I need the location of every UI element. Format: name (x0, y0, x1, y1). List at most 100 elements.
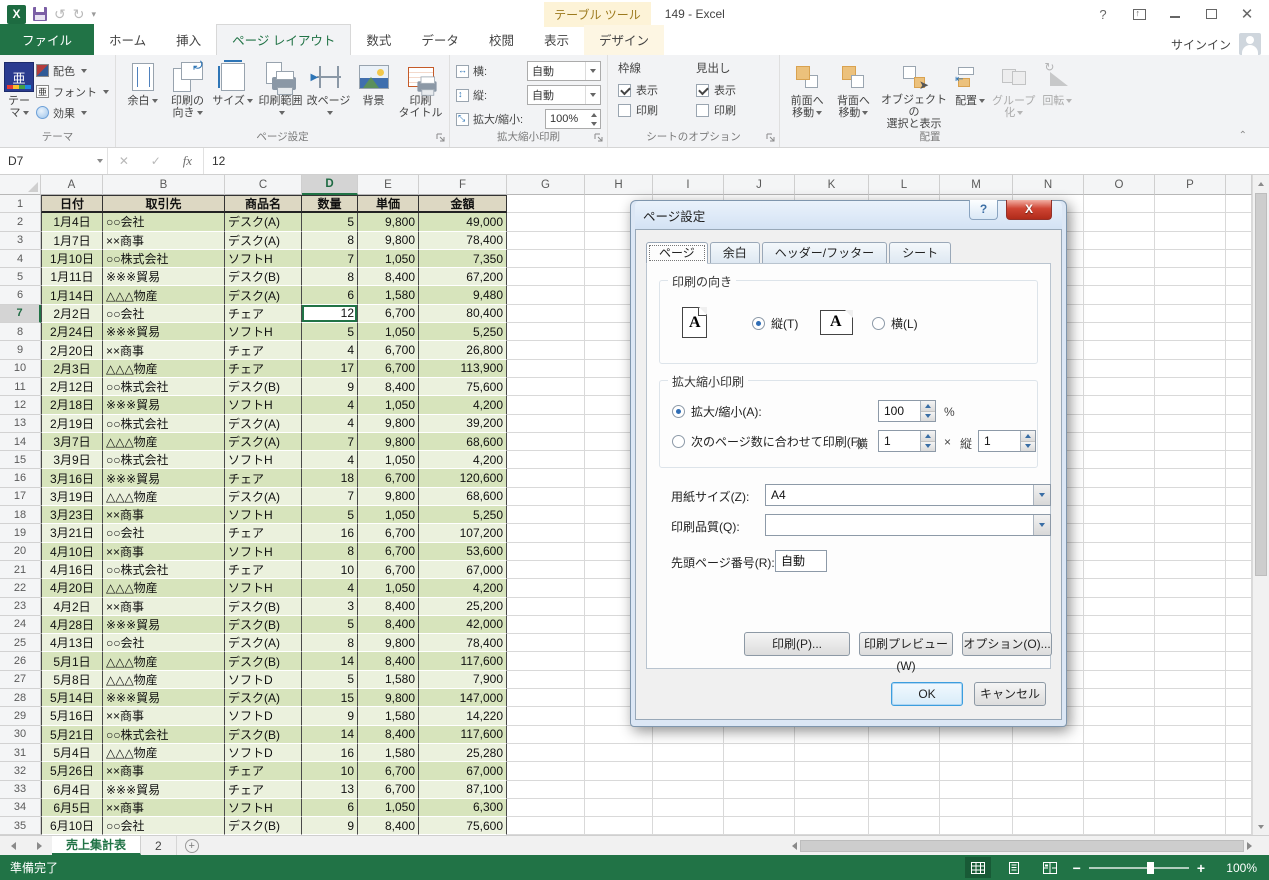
column-header-B[interactable]: B (103, 175, 225, 195)
table-cell[interactable]: ○○会社 (103, 634, 225, 652)
table-cell[interactable]: チェア (225, 341, 302, 359)
collapse-ribbon-icon[interactable]: ⌃ (1239, 130, 1247, 141)
headings-print-checkbox[interactable]: 印刷 (696, 100, 768, 120)
table-cell[interactable]: 5 (302, 213, 358, 231)
table-cell[interactable]: ○○株式会社 (103, 250, 225, 268)
table-cell[interactable]: 1,050 (358, 799, 419, 817)
grid-cell[interactable] (1155, 598, 1226, 616)
grid-cell[interactable] (507, 689, 585, 707)
grid-cell[interactable] (1155, 726, 1226, 744)
grid-cell[interactable] (1084, 195, 1155, 213)
print-preview-button[interactable]: 印刷プレビュー(W) (859, 632, 953, 656)
grid-cell[interactable] (507, 762, 585, 780)
row-header-32[interactable]: 32 (0, 762, 41, 780)
excel-logo-icon[interactable]: X (7, 5, 26, 24)
table-cell[interactable]: 7 (302, 488, 358, 506)
table-cell[interactable]: 2月2日 (41, 305, 103, 323)
fit-vertical-spinner[interactable]: 1 (978, 430, 1036, 452)
grid-cell[interactable] (1155, 286, 1226, 304)
table-cell[interactable]: 4月13日 (41, 634, 103, 652)
table-cell[interactable]: ××商事 (103, 232, 225, 250)
table-cell[interactable]: 117,600 (419, 726, 507, 744)
grid-cell[interactable] (1155, 781, 1226, 799)
table-cell[interactable]: 6月10日 (41, 817, 103, 835)
table-cell[interactable]: デスク(A) (225, 488, 302, 506)
table-cell[interactable]: ※※※貿易 (103, 396, 225, 414)
table-cell[interactable]: ××商事 (103, 762, 225, 780)
vscroll-thumb[interactable] (1255, 193, 1267, 576)
table-cell[interactable]: △△△物産 (103, 360, 225, 378)
grid-cell[interactable] (1084, 671, 1155, 689)
table-cell[interactable]: 1,050 (358, 250, 419, 268)
dialog-tab-sheet[interactable]: シート (889, 242, 951, 264)
vertical-scrollbar[interactable] (1252, 175, 1269, 835)
row-header-1[interactable]: 1 (0, 195, 41, 213)
grid-cell[interactable] (1155, 268, 1226, 286)
grid-cell[interactable] (724, 799, 795, 817)
table-cell[interactable]: 3月7日 (41, 433, 103, 451)
column-header-N[interactable]: N (1013, 175, 1084, 195)
grid-cell[interactable] (1013, 817, 1084, 835)
grid-cell[interactable] (507, 268, 585, 286)
table-cell[interactable]: 1,050 (358, 451, 419, 469)
table-cell[interactable]: 17 (302, 360, 358, 378)
themes-button[interactable]: 亜 テーマ (4, 58, 34, 130)
gridlines-print-checkbox[interactable]: 印刷 (618, 100, 690, 120)
table-cell[interactable]: △△△物産 (103, 671, 225, 689)
table-cell[interactable]: 1,580 (358, 744, 419, 762)
table-cell[interactable]: 3 (302, 598, 358, 616)
table-cell[interactable]: 1月7日 (41, 232, 103, 250)
grid-cell[interactable] (507, 250, 585, 268)
table-cell[interactable]: 5月14日 (41, 689, 103, 707)
sheet-options-dialog-launcher-icon[interactable] (766, 133, 777, 144)
grid-cell[interactable] (1084, 451, 1155, 469)
ribbon-tab-4[interactable]: 数式 (351, 25, 406, 55)
grid-cell[interactable] (507, 707, 585, 725)
dialog-close-icon[interactable]: X (1006, 200, 1052, 220)
grid-cell[interactable] (1155, 232, 1226, 250)
grid-cell[interactable] (1084, 378, 1155, 396)
column-header-M[interactable]: M (940, 175, 1013, 195)
grid-cell[interactable] (795, 799, 869, 817)
column-header-A[interactable]: A (41, 175, 103, 195)
grid-cell[interactable] (1155, 652, 1226, 670)
bring-forward-button[interactable]: 前面へ 移動 (784, 58, 830, 130)
grid-cell[interactable] (795, 762, 869, 780)
minimize-icon[interactable] (1170, 11, 1180, 18)
table-cell[interactable]: ××商事 (103, 543, 225, 561)
orientation-button[interactable]: ⤾ 印刷の 向き (165, 58, 210, 130)
table-cell[interactable]: デスク(A) (225, 634, 302, 652)
grid-cell[interactable] (1084, 323, 1155, 341)
scale-dialog-launcher-icon[interactable] (594, 133, 605, 144)
table-cell[interactable]: 9 (302, 707, 358, 725)
table-cell[interactable]: ソフトH (225, 799, 302, 817)
table-cell[interactable]: 8,400 (358, 616, 419, 634)
grid-cell[interactable] (1084, 396, 1155, 414)
grid-cell[interactable] (1084, 433, 1155, 451)
table-cell[interactable]: △△△物産 (103, 652, 225, 670)
grid-cell[interactable] (940, 726, 1013, 744)
table-cell[interactable]: デスク(A) (225, 286, 302, 304)
table-cell[interactable]: 5 (302, 671, 358, 689)
grid-cell[interactable] (940, 799, 1013, 817)
table-cell[interactable]: 9,800 (358, 488, 419, 506)
theme-colors-button[interactable]: 配色 (34, 60, 111, 81)
grid-cell[interactable] (724, 744, 795, 762)
table-cell[interactable]: 87,100 (419, 781, 507, 799)
table-cell[interactable]: 68,600 (419, 433, 507, 451)
signin-label[interactable]: サインイン (1171, 36, 1231, 53)
grid-cell[interactable] (724, 781, 795, 799)
page-layout-view-icon[interactable] (1001, 857, 1027, 878)
row-header-16[interactable]: 16 (0, 469, 41, 487)
ribbon-tab-1[interactable]: ホーム (94, 25, 161, 55)
grid-cell[interactable] (507, 799, 585, 817)
column-header-O[interactable]: O (1084, 175, 1155, 195)
table-cell[interactable]: 120,600 (419, 469, 507, 487)
table-cell[interactable]: 4 (302, 415, 358, 433)
column-header-H[interactable]: H (585, 175, 653, 195)
grid-cell[interactable] (1155, 689, 1226, 707)
options-button[interactable]: オプション(O)... (962, 632, 1052, 656)
grid-cell[interactable] (795, 744, 869, 762)
name-box[interactable]: D7 (0, 148, 108, 174)
table-cell[interactable]: 5月21日 (41, 726, 103, 744)
